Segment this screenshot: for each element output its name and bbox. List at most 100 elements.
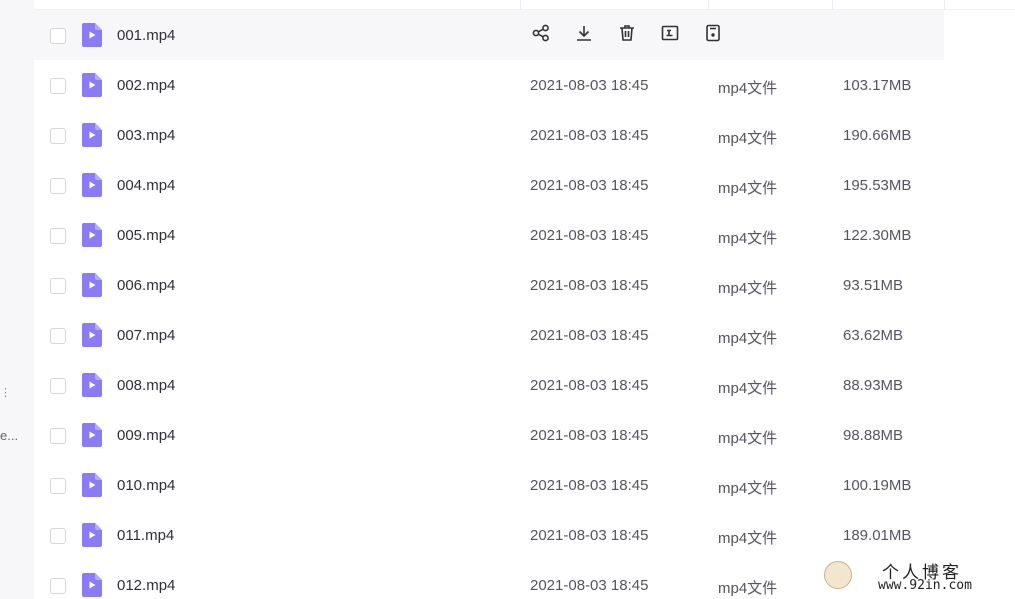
file-row[interactable]: 009.mp4 2021-08-03 18:45 mp4文件 98.88MB — [34, 410, 944, 460]
modified-date: 2021-08-03 18:45 — [530, 127, 649, 144]
video-file-icon — [82, 23, 102, 47]
row-checkbox[interactable] — [50, 78, 66, 94]
file-size: 195.53MB — [843, 177, 912, 194]
row-checkbox[interactable] — [50, 128, 66, 144]
row-checkbox[interactable] — [50, 178, 66, 194]
file-size: 63.62MB — [843, 327, 904, 344]
modified-date: 2021-08-03 18:45 — [530, 227, 649, 244]
file-name[interactable]: 006.mp4 — [117, 277, 175, 294]
file-row[interactable]: 011.mp4 2021-08-03 18:45 mp4文件 189.01MB — [34, 510, 944, 560]
row-checkbox[interactable] — [50, 378, 66, 394]
row-checkbox[interactable] — [50, 278, 66, 294]
modified-date: 2021-08-03 18:45 — [530, 77, 649, 94]
modified-date: 2021-08-03 18:45 — [530, 327, 649, 344]
column-header-strip — [34, 0, 1015, 10]
file-type: mp4文件 — [718, 380, 778, 397]
modified-date: 2021-08-03 18:45 — [530, 277, 649, 294]
video-file-icon — [82, 123, 102, 147]
video-file-icon — [82, 173, 102, 197]
video-file-icon — [82, 473, 102, 497]
file-type: mp4文件 — [718, 430, 778, 447]
file-row[interactable]: 005.mp4 2021-08-03 18:45 mp4文件 122.30MB — [34, 210, 944, 260]
file-name[interactable]: 011.mp4 — [117, 527, 174, 544]
file-type: mp4文件 — [718, 530, 778, 547]
file-type: mp4文件 — [718, 580, 778, 597]
file-name[interactable]: 002.mp4 — [117, 77, 175, 94]
column-divider — [832, 0, 833, 10]
file-name[interactable]: 003.mp4 — [117, 127, 175, 144]
file-size: 189.01MB — [843, 527, 912, 544]
file-type: mp4文件 — [718, 80, 778, 97]
modified-date: 2021-08-03 18:45 — [530, 177, 649, 194]
file-type: mp4文件 — [718, 330, 778, 347]
delete-icon — [617, 23, 637, 48]
row-checkbox[interactable] — [50, 478, 66, 494]
modified-date: 2021-08-03 18:45 — [530, 577, 649, 594]
file-row[interactable]: 001.mp4 — [34, 10, 944, 60]
file-size: 190.66MB — [843, 127, 912, 144]
rename-icon — [660, 23, 680, 48]
file-name[interactable]: 010.mp4 — [117, 477, 175, 494]
file-type: mp4文件 — [718, 480, 778, 497]
row-checkbox[interactable] — [50, 578, 66, 594]
file-row[interactable]: 006.mp4 2021-08-03 18:45 mp4文件 93.51MB — [34, 260, 944, 310]
more-file-icon — [703, 23, 723, 48]
file-size: 88.93MB — [843, 377, 904, 394]
video-file-icon — [82, 523, 102, 547]
share-icon — [531, 23, 551, 48]
file-name[interactable]: 004.mp4 — [117, 177, 175, 194]
sidebar: ⋮ e... — [0, 0, 34, 599]
file-type: mp4文件 — [718, 230, 778, 247]
file-row[interactable]: 003.mp4 2021-08-03 18:45 mp4文件 190.66MB — [34, 110, 944, 160]
file-name[interactable]: 005.mp4 — [117, 227, 175, 244]
delete-button[interactable] — [616, 25, 637, 46]
watermark-avatar — [824, 561, 852, 589]
video-file-icon — [82, 323, 102, 347]
row-checkbox[interactable] — [50, 328, 66, 344]
watermark-url: www.92in.com — [878, 578, 972, 593]
row-checkbox[interactable] — [50, 228, 66, 244]
video-file-icon — [82, 223, 102, 247]
file-name[interactable]: 009.mp4 — [117, 427, 175, 444]
column-divider — [708, 0, 709, 10]
file-size: 93.51MB — [843, 277, 904, 294]
video-file-icon — [82, 423, 102, 447]
file-type: mp4文件 — [718, 130, 778, 147]
file-size: 103.17MB — [843, 77, 912, 94]
row-checkbox[interactable] — [50, 28, 66, 44]
video-file-icon — [82, 573, 102, 597]
file-name[interactable]: 008.mp4 — [117, 377, 175, 394]
video-file-icon — [82, 373, 102, 397]
column-divider — [520, 0, 521, 10]
modified-date: 2021-08-03 18:45 — [530, 527, 649, 544]
row-checkbox[interactable] — [50, 428, 66, 444]
rename-button[interactable] — [659, 25, 680, 46]
more-file-button[interactable] — [702, 23, 723, 48]
column-divider — [944, 0, 945, 10]
file-row[interactable]: 012.mp4 2021-08-03 18:45 mp4文件 — [34, 560, 944, 599]
file-type: mp4文件 — [718, 280, 778, 297]
file-row[interactable]: 008.mp4 2021-08-03 18:45 mp4文件 88.93MB — [34, 360, 944, 410]
file-row[interactable]: 010.mp4 2021-08-03 18:45 mp4文件 100.19MB — [34, 460, 944, 510]
sidebar-dots: ⋮ — [0, 387, 11, 399]
file-name[interactable]: 012.mp4 — [117, 577, 175, 594]
video-file-icon — [82, 273, 102, 297]
file-row[interactable]: 002.mp4 2021-08-03 18:45 mp4文件 103.17MB — [34, 60, 944, 110]
file-row[interactable]: 007.mp4 2021-08-03 18:45 mp4文件 63.62MB — [34, 310, 944, 360]
file-row[interactable]: 004.mp4 2021-08-03 18:45 mp4文件 195.53MB — [34, 160, 944, 210]
file-size: 122.30MB — [843, 227, 912, 244]
row-checkbox[interactable] — [50, 528, 66, 544]
file-name[interactable]: 001.mp4 — [117, 27, 175, 44]
file-size: 98.88MB — [843, 427, 904, 444]
modified-date: 2021-08-03 18:45 — [530, 377, 649, 394]
video-file-icon — [82, 73, 102, 97]
file-list: 001.mp4 002.mp4 2021-08-03 18:45 mp4文件 103.1… — [34, 10, 944, 599]
file-size: 100.19MB — [843, 477, 912, 494]
file-type: mp4文件 — [718, 180, 778, 197]
sidebar-truncated-label: e... — [0, 428, 19, 443]
download-icon — [574, 23, 594, 48]
file-name[interactable]: 007.mp4 — [117, 327, 175, 344]
modified-date: 2021-08-03 18:45 — [530, 477, 649, 494]
share-button[interactable] — [530, 23, 551, 48]
download-button[interactable] — [573, 25, 594, 46]
